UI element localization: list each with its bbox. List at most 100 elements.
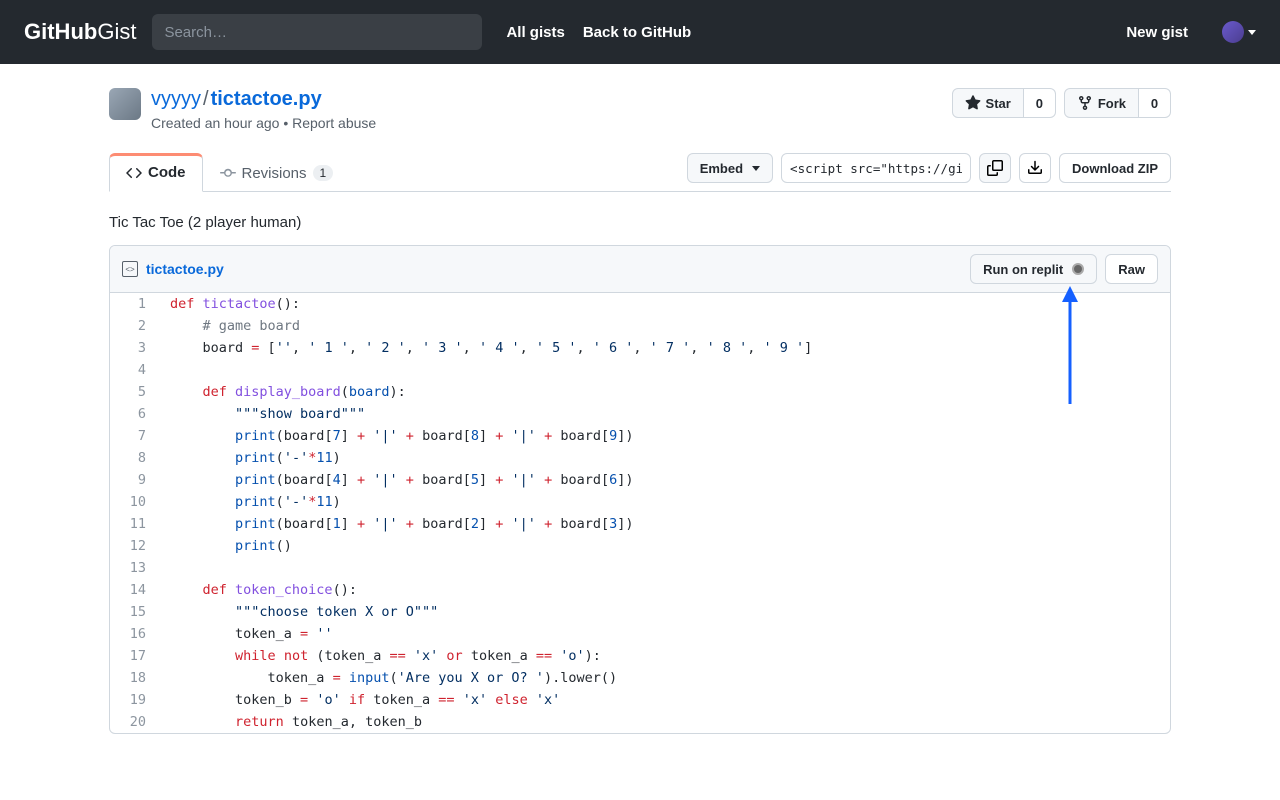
nav-back-to-github[interactable]: Back to GitHub: [583, 24, 691, 41]
code-content: print(board[1] + '|' + board[2] + '|' + …: [160, 513, 634, 535]
owner-avatar[interactable]: [109, 88, 141, 120]
star-icon: [965, 95, 981, 111]
code-content: """show board""": [160, 403, 365, 425]
line-number[interactable]: 3: [110, 337, 160, 359]
fork-label: Fork: [1098, 96, 1126, 111]
gist-description: Tic Tac Toe (2 player human): [109, 192, 1171, 245]
line-number[interactable]: 10: [110, 491, 160, 513]
owner-link[interactable]: vyyyy: [151, 88, 201, 110]
code-line[interactable]: 1def tictactoe():: [110, 293, 1170, 315]
code-line[interactable]: 6 """show board""": [110, 403, 1170, 425]
gist-filename-link[interactable]: tictactoe.py: [211, 88, 322, 110]
gist-title: vyyyy/tictactoe.py: [151, 88, 376, 111]
code-content: print('-'*11): [160, 491, 341, 513]
gist-actions: Star 0 Fork 0: [952, 88, 1171, 118]
topbar: GitHubGist All gists Back to GitHub New …: [0, 0, 1280, 64]
code-line[interactable]: 15 """choose token X or O""": [110, 601, 1170, 623]
copy-button[interactable]: [979, 153, 1011, 183]
download-icon-button[interactable]: [1019, 153, 1051, 183]
code-line[interactable]: 8 print('-'*11): [110, 447, 1170, 469]
file-box: <> tictactoe.py Run on replit Raw 1def t…: [109, 245, 1171, 734]
run-on-replit-button[interactable]: Run on replit: [970, 254, 1097, 284]
fork-count[interactable]: 0: [1139, 88, 1171, 118]
code-line[interactable]: 20 return token_a, token_b: [110, 711, 1170, 733]
line-number[interactable]: 17: [110, 645, 160, 667]
download-zip-button[interactable]: Download ZIP: [1059, 153, 1171, 183]
line-number[interactable]: 8: [110, 447, 160, 469]
gist-subtitle: Created an hour ago • Report abuse: [151, 115, 376, 131]
line-number[interactable]: 7: [110, 425, 160, 447]
code-area[interactable]: 1def tictactoe():2 # game board3 board =…: [110, 293, 1170, 733]
nav-links: All gists Back to GitHub: [506, 24, 691, 41]
code-line[interactable]: 16 token_a = '': [110, 623, 1170, 645]
file-name-link[interactable]: tictactoe.py: [146, 261, 224, 277]
line-number[interactable]: 15: [110, 601, 160, 623]
code-square-icon: <>: [122, 261, 138, 277]
line-number[interactable]: 16: [110, 623, 160, 645]
line-number[interactable]: 12: [110, 535, 160, 557]
code-content: token_a = '': [160, 623, 333, 645]
code-content: return token_a, token_b: [160, 711, 422, 733]
star-button[interactable]: Star: [952, 88, 1024, 118]
code-content: """choose token X or O""": [160, 601, 438, 623]
line-number[interactable]: 1: [110, 293, 160, 315]
line-number[interactable]: 14: [110, 579, 160, 601]
code-content: def tictactoe():: [160, 293, 300, 315]
code-line[interactable]: 10 print('-'*11): [110, 491, 1170, 513]
code-content: board = ['', ' 1 ', ' 2 ', ' 3 ', ' 4 ',…: [160, 337, 812, 359]
code-line[interactable]: 9 print(board[4] + '|' + board[5] + '|' …: [110, 469, 1170, 491]
code-line[interactable]: 18 token_a = input('Are you X or O? ').l…: [110, 667, 1170, 689]
line-number[interactable]: 18: [110, 667, 160, 689]
gist-header: vyyyy/tictactoe.py Created an hour ago •…: [109, 64, 1171, 131]
line-number[interactable]: 6: [110, 403, 160, 425]
code-content: [160, 557, 170, 579]
caret-down-icon: [752, 166, 760, 171]
line-number[interactable]: 4: [110, 359, 160, 381]
code-line[interactable]: 19 token_b = 'o' if token_a == 'x' else …: [110, 689, 1170, 711]
code-content: token_b = 'o' if token_a == 'x' else 'x': [160, 689, 560, 711]
nav-all-gists[interactable]: All gists: [506, 24, 564, 41]
code-line[interactable]: 2 # game board: [110, 315, 1170, 337]
raw-button[interactable]: Raw: [1105, 254, 1158, 284]
tab-code[interactable]: Code: [109, 153, 203, 192]
line-number[interactable]: 19: [110, 689, 160, 711]
code-line[interactable]: 12 print(): [110, 535, 1170, 557]
code-content: print('-'*11): [160, 447, 341, 469]
logo-github: GitHub: [24, 19, 97, 45]
code-line[interactable]: 17 while not (token_a == 'x' or token_a …: [110, 645, 1170, 667]
code-line[interactable]: 14 def token_choice():: [110, 579, 1170, 601]
fork-group: Fork 0: [1064, 88, 1171, 118]
code-content: print(board[4] + '|' + board[5] + '|' + …: [160, 469, 634, 491]
line-number[interactable]: 9: [110, 469, 160, 491]
git-commit-icon: [220, 165, 236, 181]
code-line[interactable]: 3 board = ['', ' 1 ', ' 2 ', ' 3 ', ' 4 …: [110, 337, 1170, 359]
line-number[interactable]: 20: [110, 711, 160, 733]
star-count[interactable]: 0: [1024, 88, 1056, 118]
logo[interactable]: GitHubGist: [24, 19, 136, 45]
fork-button[interactable]: Fork: [1064, 88, 1139, 118]
code-line[interactable]: 13: [110, 557, 1170, 579]
code-content: # game board: [160, 315, 300, 337]
code-content: print(board[7] + '|' + board[8] + '|' + …: [160, 425, 634, 447]
code-line[interactable]: 11 print(board[1] + '|' + board[2] + '|'…: [110, 513, 1170, 535]
search-input[interactable]: [152, 14, 482, 50]
line-number[interactable]: 13: [110, 557, 160, 579]
embed-url-input[interactable]: [781, 153, 971, 183]
avatar-menu[interactable]: [1222, 21, 1256, 43]
report-abuse-link[interactable]: Report abuse: [292, 115, 376, 131]
code-line[interactable]: 5 def display_board(board):: [110, 381, 1170, 403]
line-number[interactable]: 11: [110, 513, 160, 535]
line-number[interactable]: 5: [110, 381, 160, 403]
tab-revisions[interactable]: Revisions 1: [203, 154, 351, 192]
fork-icon: [1077, 95, 1093, 111]
line-number[interactable]: 2: [110, 315, 160, 337]
replit-icon: [1072, 263, 1084, 275]
caret-down-icon: [1248, 30, 1256, 35]
new-gist-link[interactable]: New gist: [1126, 24, 1188, 41]
embed-dropdown[interactable]: Embed: [687, 153, 773, 183]
tab-tools: Embed Download ZIP: [687, 153, 1171, 191]
code-icon: [126, 165, 142, 181]
code-content: def display_board(board):: [160, 381, 406, 403]
code-line[interactable]: 7 print(board[7] + '|' + board[8] + '|' …: [110, 425, 1170, 447]
code-line[interactable]: 4: [110, 359, 1170, 381]
